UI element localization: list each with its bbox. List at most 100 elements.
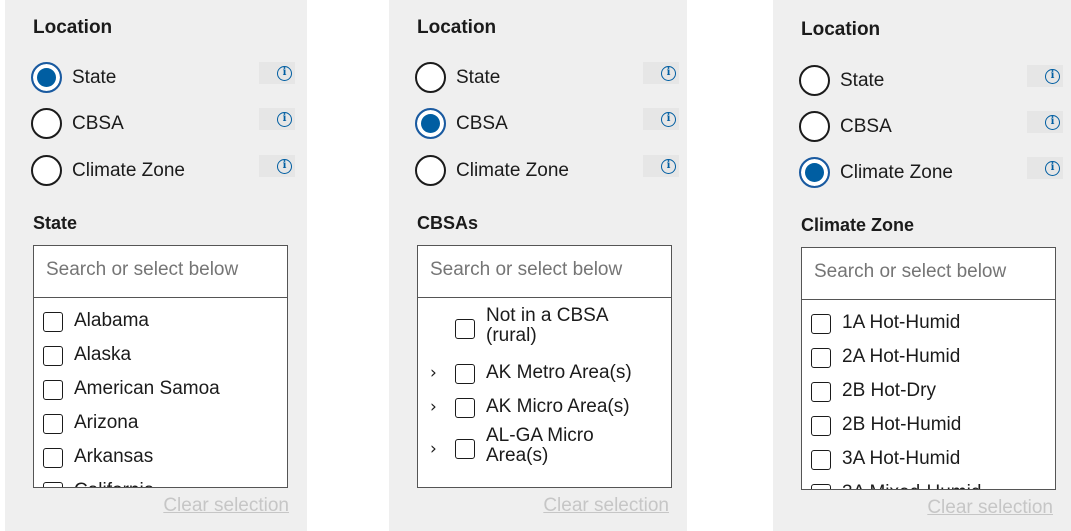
radio-climate-zone[interactable]: Climate Zone i	[799, 157, 1063, 193]
location-heading: Location	[33, 17, 113, 38]
radio-cbsa-label: CBSA	[456, 113, 508, 134]
radio-climate-zone-button[interactable]	[415, 155, 446, 186]
info-icon: i	[661, 65, 676, 81]
radio-cbsa-button[interactable]	[799, 111, 830, 142]
info-button-climate-zone[interactable]: i	[259, 155, 295, 177]
info-button-cbsa[interactable]: i	[1027, 111, 1063, 133]
option-label: AK Micro Area(s)	[486, 396, 630, 417]
checkbox[interactable]	[455, 398, 475, 418]
checkbox[interactable]	[811, 484, 831, 489]
radio-climate-zone-label: Climate Zone	[840, 162, 953, 183]
option-list[interactable]: Not in a CBSA (rural) › AK Metro Area(s) …	[418, 298, 671, 478]
radio-cbsa-button[interactable]	[415, 108, 446, 139]
chevron-right-icon[interactable]: ›	[430, 397, 437, 417]
option-label-line2: (rural)	[486, 325, 537, 346]
option-list[interactable]: Alabama Alaska American Samoa Arizona Ar…	[34, 298, 287, 487]
radio-state[interactable]: State i	[31, 62, 295, 98]
radio-state-button[interactable]	[415, 62, 446, 93]
option-label: 3A Hot-Humid	[842, 448, 961, 469]
checkbox[interactable]	[43, 380, 63, 400]
list-item[interactable]: 2A Hot-Humid	[802, 342, 1055, 376]
list-item[interactable]: › AL-GA Micro Area(s)	[418, 426, 671, 478]
info-button-state[interactable]: i	[643, 62, 679, 84]
radio-state-button[interactable]	[799, 65, 830, 96]
list-item[interactable]: American Samoa	[34, 374, 287, 408]
info-icon: i	[1045, 114, 1060, 130]
list-item[interactable]: Not in a CBSA (rural)	[418, 306, 671, 358]
info-button-state[interactable]: i	[259, 62, 295, 84]
radio-state[interactable]: State i	[415, 62, 679, 98]
checkbox[interactable]	[43, 482, 63, 487]
radio-state-label: State	[72, 67, 117, 88]
list-item[interactable]: California	[34, 476, 287, 487]
chevron-right-icon[interactable]: ›	[430, 363, 437, 383]
option-label: American Samoa	[74, 378, 220, 399]
radio-state[interactable]: State i	[799, 65, 1063, 101]
radio-climate-zone-button[interactable]	[799, 157, 830, 188]
list-item[interactable]: Arkansas	[34, 442, 287, 476]
info-button-cbsa[interactable]: i	[259, 108, 295, 130]
checkbox[interactable]	[811, 416, 831, 436]
option-label: 3A Mixed-Humid	[842, 482, 981, 489]
radio-climate-zone[interactable]: Climate Zone i	[31, 155, 295, 191]
radio-state-label: State	[456, 67, 501, 88]
radio-state-button[interactable]	[31, 62, 62, 93]
checkbox[interactable]	[811, 348, 831, 368]
checkbox[interactable]	[43, 448, 63, 468]
option-label: AL-GA Micro Area(s)	[486, 426, 594, 466]
list-item[interactable]: 1A Hot-Humid	[802, 308, 1055, 342]
info-icon: i	[661, 111, 676, 127]
option-label: Alabama	[74, 310, 149, 331]
radio-state-label: State	[840, 70, 885, 91]
list-item[interactable]: › AK Micro Area(s)	[418, 392, 671, 426]
info-button-cbsa[interactable]: i	[643, 108, 679, 130]
radio-cbsa[interactable]: CBSA i	[415, 108, 679, 144]
option-label: 2B Hot-Humid	[842, 414, 962, 435]
checkbox[interactable]	[811, 450, 831, 470]
info-icon: i	[1045, 160, 1060, 176]
checkbox[interactable]	[43, 312, 63, 332]
radio-cbsa[interactable]: CBSA i	[799, 111, 1063, 147]
location-heading: Location	[417, 17, 497, 38]
list-heading: CBSAs	[417, 213, 479, 233]
option-label: Arkansas	[74, 446, 154, 467]
list-item[interactable]: Alabama	[34, 306, 287, 340]
multiselect-listbox: Search or select below Not in a CBSA (rur…	[417, 245, 672, 488]
checkbox[interactable]	[811, 314, 831, 334]
search-input[interactable]: Search or select below	[418, 246, 671, 298]
info-icon: i	[661, 158, 676, 174]
option-label-line2: Area(s)	[486, 445, 549, 466]
clear-selection-button[interactable]: Clear selection	[543, 495, 669, 517]
chevron-right-icon[interactable]: ›	[430, 439, 437, 459]
checkbox[interactable]	[43, 346, 63, 366]
radio-cbsa-button[interactable]	[31, 108, 62, 139]
option-label-line1: Not in a CBSA	[486, 305, 609, 326]
list-item[interactable]: 2B Hot-Dry	[802, 376, 1055, 410]
option-label: AK Metro Area(s)	[486, 362, 632, 383]
info-button-climate-zone[interactable]: i	[1027, 157, 1063, 179]
list-item[interactable]: › AK Metro Area(s)	[418, 358, 671, 392]
checkbox[interactable]	[811, 382, 831, 402]
radio-climate-zone[interactable]: Climate Zone i	[415, 155, 679, 191]
checkbox[interactable]	[43, 414, 63, 434]
multiselect-listbox: Search or select below 1A Hot-Humid 2A H…	[801, 247, 1056, 490]
checkbox[interactable]	[455, 439, 475, 459]
search-input[interactable]: Search or select below	[34, 246, 287, 298]
radio-cbsa[interactable]: CBSA i	[31, 108, 295, 144]
clear-selection-button[interactable]: Clear selection	[927, 497, 1053, 519]
list-item[interactable]: 2B Hot-Humid	[802, 410, 1055, 444]
search-input[interactable]: Search or select below	[802, 248, 1055, 300]
checkbox[interactable]	[455, 364, 475, 384]
radio-climate-zone-button[interactable]	[31, 155, 62, 186]
option-list[interactable]: 1A Hot-Humid 2A Hot-Humid 2B Hot-Dry 2B …	[802, 300, 1055, 489]
location-filter-panel-climate-zone: Location State i CBSA i Climate Zone i C…	[773, 0, 1071, 531]
list-item[interactable]: 3A Mixed-Humid	[802, 478, 1055, 489]
info-button-state[interactable]: i	[1027, 65, 1063, 87]
clear-selection-button[interactable]: Clear selection	[163, 495, 289, 517]
list-item[interactable]: Alaska	[34, 340, 287, 374]
checkbox[interactable]	[455, 319, 475, 339]
list-item[interactable]: 3A Hot-Humid	[802, 444, 1055, 478]
info-icon: i	[277, 111, 292, 127]
info-button-climate-zone[interactable]: i	[643, 155, 679, 177]
list-item[interactable]: Arizona	[34, 408, 287, 442]
